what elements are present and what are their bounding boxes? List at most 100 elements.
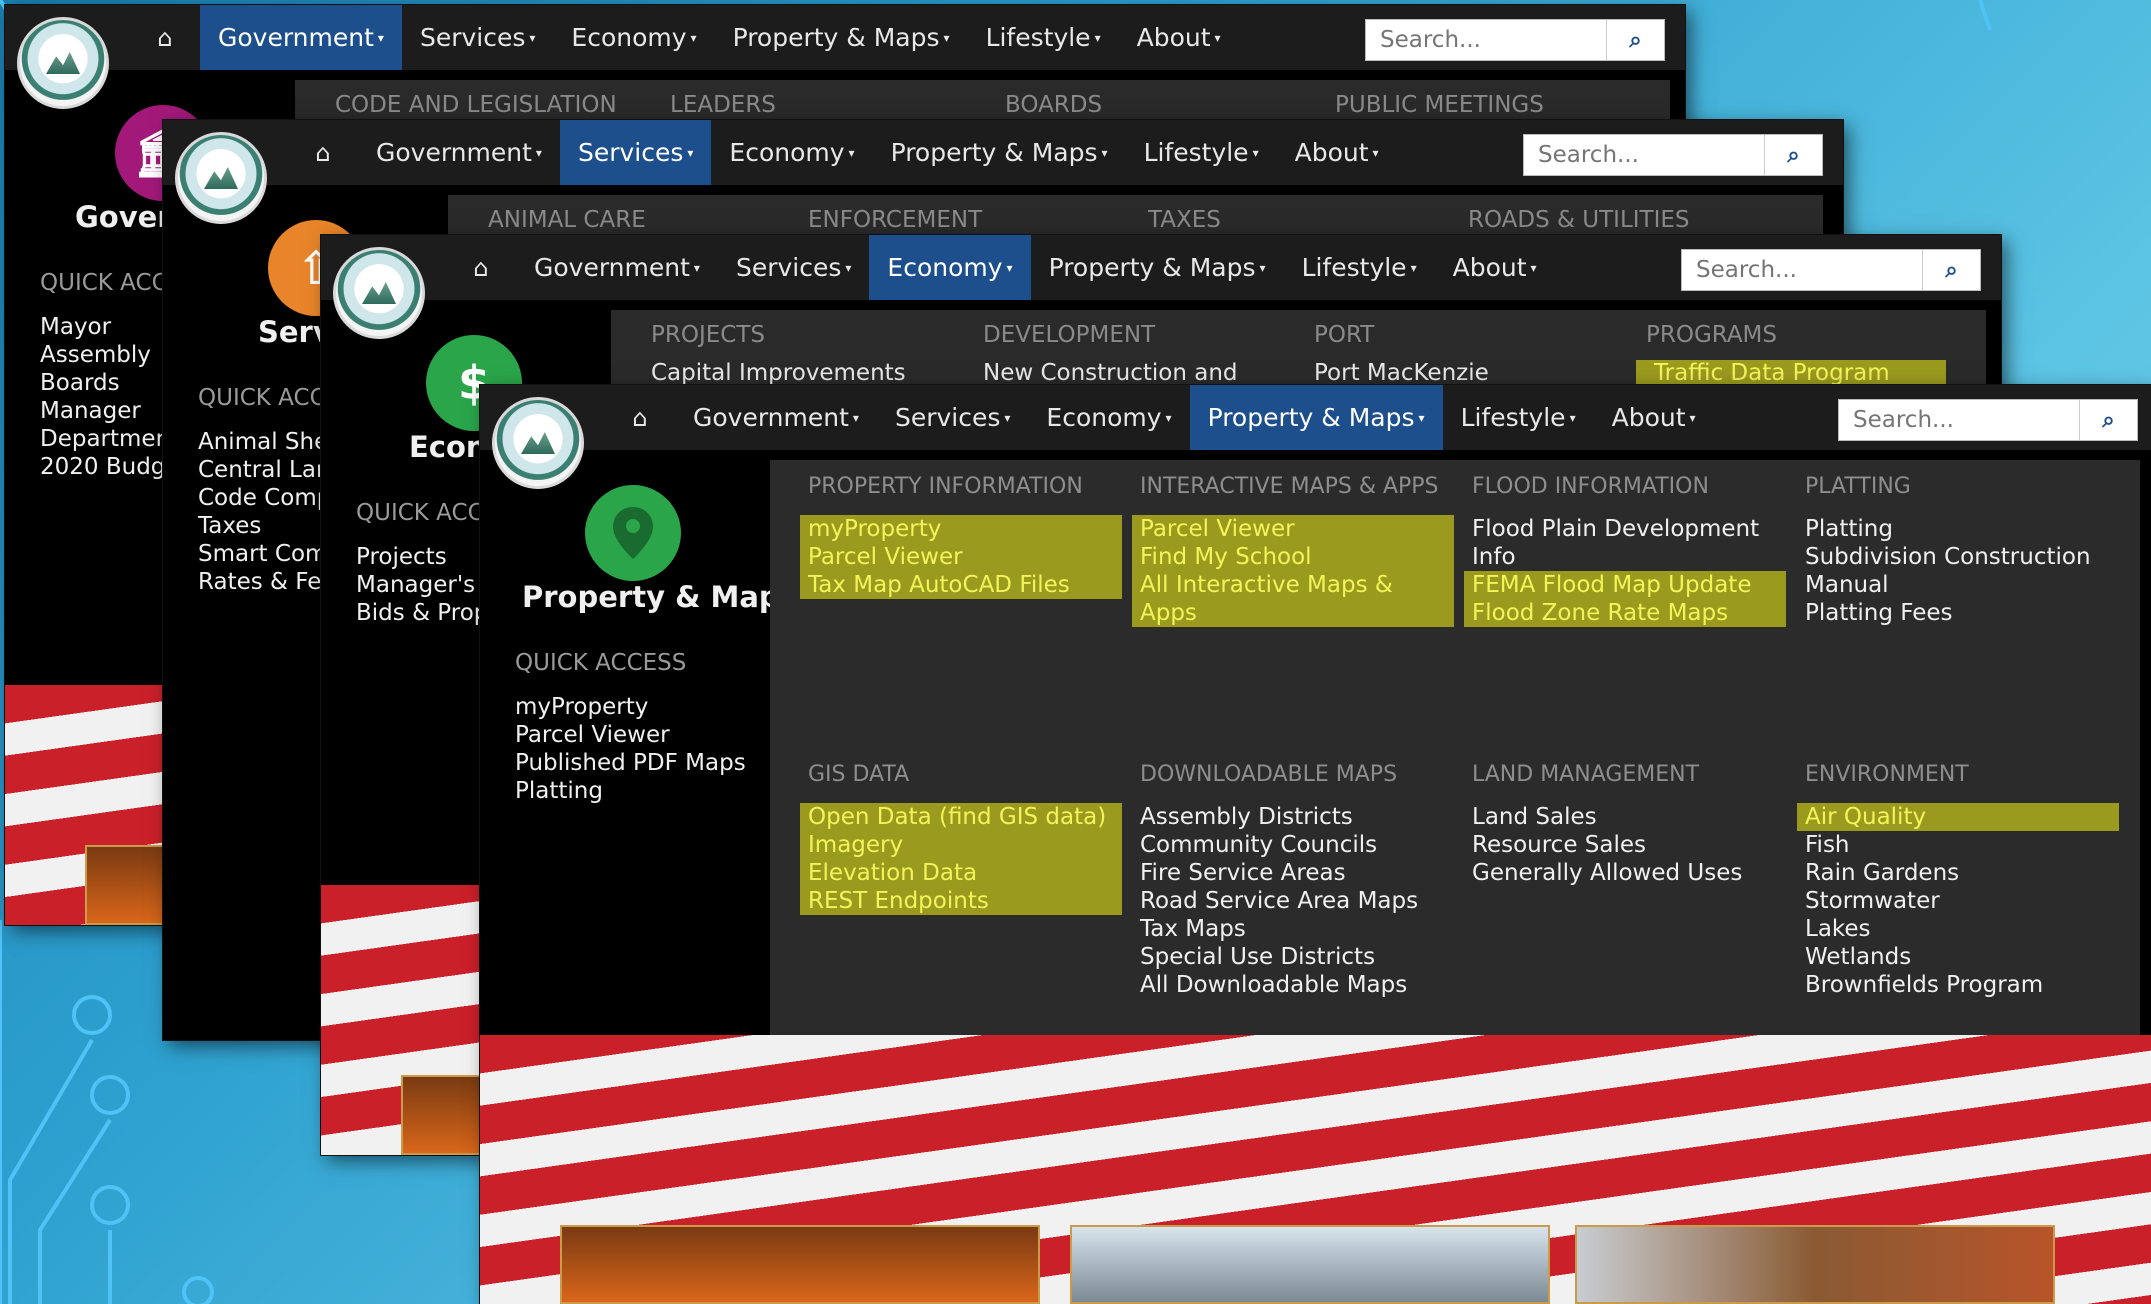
- quick-access-link[interactable]: Mayor: [40, 313, 170, 341]
- search-input[interactable]: [1839, 400, 2079, 440]
- search-icon[interactable]: ⌕: [1764, 135, 1822, 175]
- nav-lifestyle[interactable]: Lifestyle ▾: [1443, 385, 1594, 450]
- search-icon[interactable]: ⌕: [2079, 400, 2137, 440]
- borough-seal-logo[interactable]: [333, 247, 425, 339]
- quick-access-link[interactable]: myProperty: [515, 693, 746, 721]
- nav-government[interactable]: Government ▾: [516, 235, 718, 300]
- submenu-header[interactable]: PORT: [1314, 322, 1374, 348]
- search-input[interactable]: [1682, 250, 1922, 290]
- home-icon[interactable]: ⌂: [288, 120, 358, 185]
- submenu-header[interactable]: ROADS & UTILITIES: [1468, 207, 1690, 233]
- nav-services[interactable]: Services ▾: [877, 385, 1028, 450]
- menu-link[interactable]: Road Service Area Maps: [1140, 887, 1460, 915]
- submenu-header[interactable]: CODE AND LEGISLATION: [335, 92, 617, 118]
- menu-link[interactable]: All Interactive Maps & Apps: [1132, 571, 1454, 627]
- menu-link[interactable]: Generally Allowed Uses: [1472, 859, 1792, 887]
- menu-link[interactable]: Community Councils: [1140, 831, 1460, 859]
- quick-access-link[interactable]: Projects: [356, 543, 489, 571]
- nav-economy[interactable]: Economy ▾: [553, 5, 714, 70]
- search-icon[interactable]: ⌕: [1606, 20, 1664, 60]
- menu-link[interactable]: FEMA Flood Map Update: [1464, 571, 1786, 599]
- menu-link[interactable]: Platting: [1805, 515, 2125, 543]
- submenu-header[interactable]: PROGRAMS: [1646, 322, 1777, 348]
- nav-services[interactable]: Services ▾: [559, 120, 712, 185]
- home-icon[interactable]: ⌂: [130, 5, 200, 70]
- wildlife-thumbnail[interactable]: [1575, 1225, 2055, 1304]
- menu-link[interactable]: Special Use Districts: [1140, 943, 1460, 971]
- nav-about[interactable]: About ▾: [1435, 235, 1555, 300]
- nav-government[interactable]: Government ▾: [200, 5, 402, 70]
- nav-property-maps[interactable]: Property & Maps ▾: [715, 5, 968, 70]
- menu-link[interactable]: Find My School: [1132, 543, 1454, 571]
- menu-link[interactable]: Parcel Viewer: [1132, 515, 1454, 543]
- menu-link[interactable]: Fish: [1805, 831, 2125, 859]
- nav-economy[interactable]: Economy ▾: [711, 120, 872, 185]
- quick-access-link[interactable]: Platting: [515, 777, 746, 805]
- borough-seal-logo[interactable]: [492, 397, 584, 489]
- quick-access-link[interactable]: Parcel Viewer: [515, 721, 746, 749]
- menu-link[interactable]: Resource Sales: [1472, 831, 1792, 859]
- quick-access-link[interactable]: Smart Com: [198, 540, 336, 568]
- landscape-thumbnail[interactable]: [1070, 1225, 1550, 1304]
- menu-link[interactable]: Subdivision Construction Manual: [1805, 543, 2125, 599]
- menu-link[interactable]: Stormwater: [1805, 887, 2125, 915]
- nav-property-maps[interactable]: Property & Maps ▾: [1189, 385, 1443, 450]
- menu-link[interactable]: Elevation Data: [800, 859, 1122, 887]
- search-icon[interactable]: ⌕: [1922, 250, 1980, 290]
- menu-link[interactable]: Flood Plain Development Info: [1472, 515, 1792, 571]
- menu-link[interactable]: Imagery: [800, 831, 1122, 859]
- menu-link[interactable]: Parcel Viewer: [800, 543, 1122, 571]
- nav-about[interactable]: About ▾: [1277, 120, 1397, 185]
- nav-services[interactable]: Services ▾: [402, 5, 553, 70]
- search-input[interactable]: [1366, 20, 1606, 60]
- nav-government[interactable]: Government ▾: [358, 120, 560, 185]
- submenu-header[interactable]: ENFORCEMENT: [808, 207, 982, 233]
- quick-access-link[interactable]: Published PDF Maps: [515, 749, 746, 777]
- menu-link[interactable]: Land Sales: [1472, 803, 1792, 831]
- submenu-header[interactable]: PROJECTS: [651, 322, 765, 348]
- quick-access-link[interactable]: Central Lar: [198, 456, 336, 484]
- quick-access-link[interactable]: Code Comp: [198, 484, 336, 512]
- submenu-header[interactable]: TAXES: [1148, 207, 1221, 233]
- submenu-link[interactable]: New Construction and: [983, 360, 1238, 386]
- wildfire-thumbnail[interactable]: [560, 1225, 1040, 1304]
- wildfire-thumbnail[interactable]: [85, 845, 165, 925]
- submenu-header[interactable]: PUBLIC MEETINGS: [1335, 92, 1544, 118]
- menu-link[interactable]: Air Quality: [1797, 803, 2119, 831]
- quick-access-link[interactable]: Assembly: [40, 341, 170, 369]
- quick-access-link[interactable]: Animal She: [198, 428, 336, 456]
- menu-link[interactable]: All Downloadable Maps: [1140, 971, 1460, 999]
- home-icon[interactable]: ⌂: [446, 235, 516, 300]
- nav-economy[interactable]: Economy ▾: [869, 235, 1031, 300]
- nav-government[interactable]: Government ▾: [675, 385, 877, 450]
- nav-lifestyle[interactable]: Lifestyle ▾: [1284, 235, 1435, 300]
- nav-lifestyle[interactable]: Lifestyle ▾: [1126, 120, 1277, 185]
- submenu-header[interactable]: LEADERS: [670, 92, 776, 118]
- menu-link[interactable]: Flood Zone Rate Maps: [1464, 599, 1786, 627]
- submenu-link-highlighted[interactable]: Traffic Data Program: [1636, 360, 1946, 386]
- quick-access-link[interactable]: Taxes: [198, 512, 336, 540]
- menu-link[interactable]: Lakes: [1805, 915, 2125, 943]
- nav-economy[interactable]: Economy ▾: [1028, 385, 1189, 450]
- nav-about[interactable]: About ▾: [1594, 385, 1714, 450]
- quick-access-link[interactable]: Boards: [40, 369, 170, 397]
- nav-services[interactable]: Services ▾: [718, 235, 869, 300]
- menu-link[interactable]: Wetlands: [1805, 943, 2125, 971]
- menu-link[interactable]: Rain Gardens: [1805, 859, 2125, 887]
- submenu-header[interactable]: DEVELOPMENT: [983, 322, 1155, 348]
- menu-link[interactable]: Tax Map AutoCAD Files: [800, 571, 1122, 599]
- nav-property-maps[interactable]: Property & Maps ▾: [873, 120, 1126, 185]
- search-input[interactable]: [1524, 135, 1764, 175]
- submenu-link[interactable]: Capital Improvements: [651, 360, 906, 386]
- quick-access-link[interactable]: 2020 Budg: [40, 453, 170, 481]
- menu-link[interactable]: Fire Service Areas: [1140, 859, 1460, 887]
- quick-access-link[interactable]: Bids & Prop: [356, 599, 489, 627]
- menu-link[interactable]: REST Endpoints: [800, 887, 1122, 915]
- submenu-link[interactable]: Port MacKenzie: [1314, 360, 1489, 386]
- menu-link[interactable]: Brownfields Program: [1805, 971, 2125, 999]
- submenu-header[interactable]: ANIMAL CARE: [488, 207, 646, 233]
- quick-access-link[interactable]: Departmen: [40, 425, 170, 453]
- nav-about[interactable]: About ▾: [1119, 5, 1239, 70]
- menu-link[interactable]: Tax Maps: [1140, 915, 1460, 943]
- borough-seal-logo[interactable]: [175, 132, 267, 224]
